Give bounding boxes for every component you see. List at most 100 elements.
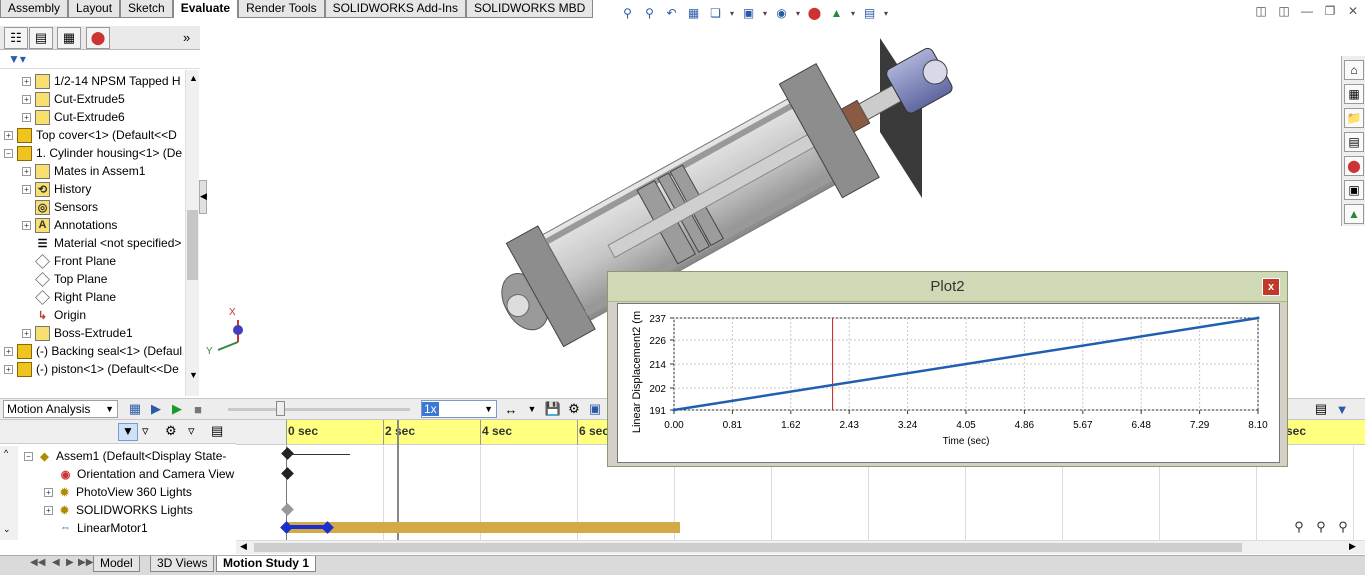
expand-icon[interactable]: + bbox=[22, 112, 31, 122]
expand-icon[interactable]: + bbox=[22, 166, 31, 176]
scroll-right-icon[interactable]: ▶ bbox=[1349, 541, 1356, 552]
collapse-motion-manager-icon[interactable]: ▼ bbox=[1333, 400, 1351, 418]
filter-results-icon[interactable]: ▿ bbox=[188, 423, 195, 439]
tree-scrollbar[interactable]: ▲ ▼ bbox=[185, 70, 199, 396]
ribbon-tab-assembly[interactable]: Assembly bbox=[0, 0, 69, 18]
filter-selected-icon[interactable]: ⚙ bbox=[165, 423, 177, 439]
tree-item[interactable]: + Cut-Extrude5 bbox=[22, 90, 125, 108]
tree-item[interactable]: +1/2-14 NPSM Tapped H bbox=[22, 72, 181, 90]
tile-icon[interactable]: ◫ bbox=[1274, 2, 1294, 20]
filter-animated-icon[interactable]: ▼ bbox=[118, 423, 138, 441]
close-icon[interactable]: x bbox=[1262, 278, 1280, 296]
stop-icon[interactable]: ■ bbox=[189, 400, 207, 418]
minimize-icon[interactable]: — bbox=[1297, 2, 1317, 20]
tree-item[interactable]: + ⟲ History bbox=[22, 180, 91, 198]
collapse-icon[interactable]: − bbox=[24, 451, 33, 461]
study-type-select[interactable]: Motion Analysis ▼ bbox=[3, 400, 118, 418]
nav-first-icon[interactable]: ◀◀ bbox=[30, 557, 45, 568]
configuration-manager-tab-icon[interactable]: ▦ bbox=[57, 27, 81, 49]
tree-item[interactable]: +☰Material <not specified> bbox=[22, 234, 182, 252]
home-icon[interactable]: ⌂ bbox=[1344, 60, 1364, 80]
zoom-in-icon[interactable]: ⚲ bbox=[1312, 518, 1330, 536]
nav-next-icon[interactable]: ▶ bbox=[66, 557, 74, 568]
play-from-start-icon[interactable]: ▶ bbox=[147, 400, 165, 418]
tree-item[interactable]: + Top cover<1> (Default<<D bbox=[4, 126, 177, 144]
ribbon-tab-solidworks-mbd[interactable]: SOLIDWORKS MBD bbox=[465, 0, 594, 18]
view-palette-icon[interactable]: ▤ bbox=[1344, 132, 1364, 152]
tile-icon[interactable]: ◫ bbox=[1251, 2, 1271, 20]
file-explorer-icon[interactable]: 📁 bbox=[1344, 108, 1364, 128]
ribbon-tab-sketch[interactable]: Sketch bbox=[120, 0, 173, 18]
tree-item[interactable]: +Front Plane bbox=[22, 252, 116, 270]
autofit-icon[interactable]: ▤ bbox=[211, 423, 223, 439]
motor-bar[interactable] bbox=[286, 522, 680, 533]
tree-item[interactable]: + (-) Backing seal<1> (Defaul bbox=[4, 342, 182, 360]
scrollbar-thumb[interactable] bbox=[254, 543, 1242, 552]
bottom-tab-3d-views[interactable]: 3D Views bbox=[150, 556, 215, 572]
results-icon[interactable]: ▤ bbox=[1312, 400, 1330, 418]
play-icon[interactable]: ▶ bbox=[168, 400, 186, 418]
expand-icon[interactable]: + bbox=[4, 364, 13, 374]
ribbon-tab-layout[interactable]: Layout bbox=[68, 0, 121, 18]
scroll-down-icon[interactable]: ▼ bbox=[189, 370, 198, 380]
expand-icon[interactable]: + bbox=[22, 328, 31, 338]
expand-panel-icon[interactable]: » bbox=[183, 30, 190, 45]
tree-item[interactable]: +↳Origin bbox=[22, 306, 86, 324]
expand-icon[interactable]: + bbox=[4, 346, 13, 356]
nav-last-icon[interactable]: ▶▶ bbox=[78, 557, 93, 568]
tree-item[interactable]: + (-) piston<1> (Default<<De bbox=[4, 360, 179, 378]
close-icon[interactable]: ✕ bbox=[1343, 2, 1363, 20]
nav-prev-icon[interactable]: ◀ bbox=[52, 557, 60, 568]
tree-item[interactable]: + Cut-Extrude6 bbox=[22, 108, 125, 126]
zoom-to-fit-icon[interactable]: ⚲ bbox=[1334, 518, 1352, 536]
plot-window[interactable]: Plot2 x 0.00 0.81 1.62 2.43 3.24 4.05 4.86 5.67… bbox=[607, 271, 1288, 467]
tree-item[interactable]: +Right Plane bbox=[22, 288, 116, 306]
property-manager-tab-icon[interactable]: ▤ bbox=[29, 27, 53, 49]
calculate-icon[interactable]: ▦ bbox=[126, 400, 144, 418]
timeline-scrollbar[interactable]: ◀ ▶ bbox=[236, 540, 1365, 554]
expand-icon[interactable]: + bbox=[22, 94, 31, 104]
expand-icon[interactable]: + bbox=[44, 487, 53, 497]
tree-item[interactable]: + A Annotations bbox=[22, 216, 117, 234]
chevron-down-icon[interactable]: ▼ bbox=[523, 400, 541, 418]
feature-manager-tab-icon[interactable]: ☷ bbox=[4, 27, 28, 49]
filter-icon[interactable]: ▼▾ bbox=[8, 52, 26, 66]
autokey-icon[interactable]: ▣ bbox=[586, 400, 604, 418]
playback-mode-icon[interactable]: ↔ bbox=[502, 400, 520, 418]
ribbon-tab-evaluate[interactable]: Evaluate bbox=[172, 0, 239, 18]
zoom-out-icon[interactable]: ⚲ bbox=[1290, 518, 1308, 536]
display-manager-tab-icon[interactable]: ⬤ bbox=[86, 27, 110, 49]
save-animation-icon[interactable]: 💾 bbox=[544, 400, 562, 418]
motion-tree-item[interactable]: + ✹ PhotoView 360 Lights bbox=[44, 483, 192, 501]
motion-tree-item[interactable]: + ✹ SOLIDWORKS Lights bbox=[44, 501, 193, 519]
ribbon-tab-solidworks-add-ins[interactable]: SOLIDWORKS Add-Ins bbox=[324, 0, 466, 18]
expand-icon[interactable]: + bbox=[22, 220, 31, 230]
motion-tree-item[interactable]: ⇔ LinearMotor1 bbox=[58, 519, 148, 537]
playback-slider-thumb[interactable] bbox=[276, 401, 285, 416]
motion-tree-scrollbar[interactable]: ^ ⌄ bbox=[0, 446, 18, 540]
design-library-icon[interactable]: ▦ bbox=[1344, 84, 1364, 104]
ribbon-tab-render-tools[interactable]: Render Tools bbox=[238, 0, 325, 18]
bottom-tab-model[interactable]: Model bbox=[93, 556, 140, 572]
tree-item[interactable]: + Mates in Assem1 bbox=[22, 162, 145, 180]
scrollbar-thumb[interactable] bbox=[187, 210, 198, 280]
playback-speed-select[interactable]: 1x ▼ bbox=[421, 400, 497, 418]
playback-slider[interactable] bbox=[228, 408, 410, 411]
filter-driving-icon[interactable]: ▿ bbox=[142, 423, 149, 439]
motion-tree-item[interactable]: ◉ Orientation and Camera View bbox=[58, 465, 235, 483]
expand-icon[interactable]: + bbox=[4, 130, 13, 140]
plot-title[interactable]: Plot2 bbox=[608, 272, 1287, 302]
scroll-up-icon[interactable]: ▲ bbox=[189, 73, 198, 83]
scroll-left-icon[interactable]: ◀ bbox=[240, 541, 247, 552]
motion-tree-item[interactable]: − ◆ Assem1 (Default<Display State- bbox=[24, 447, 226, 465]
bottom-tab-motion-study-1[interactable]: Motion Study 1 bbox=[216, 556, 316, 572]
expand-icon[interactable]: + bbox=[22, 76, 31, 86]
expand-icon[interactable]: + bbox=[44, 505, 53, 515]
tree-item[interactable]: − 1. Cylinder housing<1> (De bbox=[4, 144, 182, 162]
tree-item[interactable]: +Top Plane bbox=[22, 270, 107, 288]
scroll-down-icon[interactable]: ⌄ bbox=[3, 524, 11, 535]
tree-item[interactable]: +◎Sensors bbox=[22, 198, 98, 216]
custom-properties-icon[interactable]: ▣ bbox=[1344, 180, 1364, 200]
forum-icon[interactable]: ▲ bbox=[1344, 204, 1364, 224]
tree-item[interactable]: + Boss-Extrude1 bbox=[22, 324, 133, 342]
